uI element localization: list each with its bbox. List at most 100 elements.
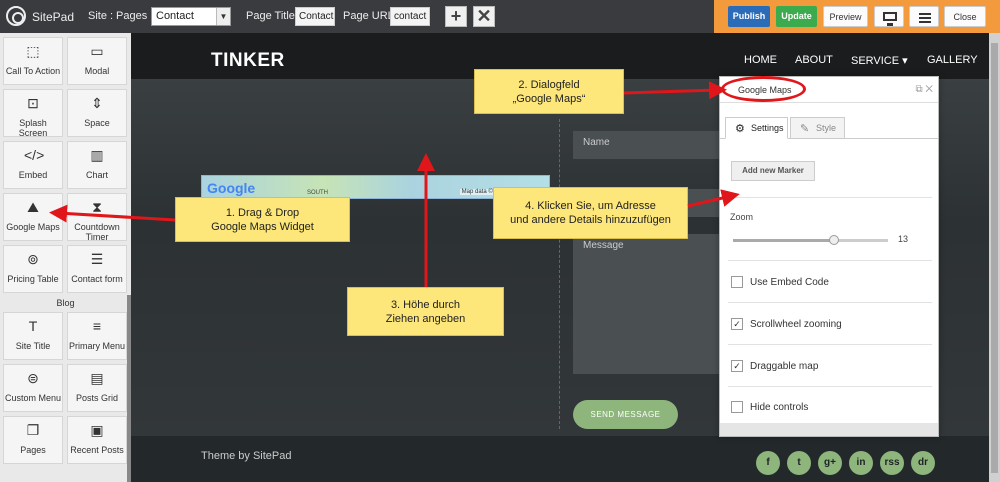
widget-splash-screen[interactable]: ⊡ Splash Screen (3, 89, 63, 138)
hamburger-icon (919, 13, 931, 15)
chevron-down-icon: ▼ (216, 8, 230, 25)
widget-recent-posts[interactable]: ▣ Recent Posts (67, 416, 127, 464)
pages-select[interactable]: Contact ▼ (151, 7, 231, 26)
widget-custom-menu[interactable]: ⊜ Custom Menu (3, 364, 63, 412)
publish-button[interactable]: Publish (728, 6, 770, 27)
widget-primary-menu[interactable]: ≡ Primary Menu (67, 312, 127, 360)
widget-posts-grid[interactable]: ▤ Posts Grid (67, 364, 127, 412)
monitor-icon (883, 12, 897, 26)
widget-label: Pages (20, 445, 46, 455)
window-icon: ▭ (90, 43, 104, 59)
facebook-icon[interactable]: f (756, 451, 780, 475)
widget-label: Contact form (71, 274, 123, 284)
use-embed-code-label: Use Embed Code (750, 277, 829, 288)
zoom-value: 13 (898, 234, 909, 244)
tab-settings-label: Settings (751, 123, 784, 133)
pages-icon: ❐ (26, 422, 40, 438)
add-marker-button[interactable]: Add new Marker (731, 161, 815, 181)
preview-button[interactable]: Preview (823, 6, 868, 27)
brush-icon: ✎ (800, 123, 810, 135)
tab-style-label: Style (816, 123, 837, 133)
x-icon: ✕ (476, 6, 492, 26)
draggable-map-checkbox[interactable]: ✓ (731, 360, 743, 372)
chart-icon: ▥ (90, 147, 104, 163)
widget-label: Countdown Timer (74, 222, 120, 242)
divider (728, 344, 932, 345)
hide-controls-label: Hide controls (750, 402, 809, 413)
widget-label: Site Title (15, 341, 51, 351)
divider (728, 302, 932, 303)
widget-pages[interactable]: ❐ Pages (3, 416, 63, 464)
tab-settings[interactable]: ⚙ Settings (725, 117, 788, 139)
widget-call-to-action[interactable]: ⬚ Call To Action (3, 37, 63, 85)
widget-label: Google Maps (6, 222, 60, 232)
widget-embed[interactable]: </> Embed (3, 141, 63, 189)
desktop-view-button[interactable] (874, 6, 904, 27)
restore-icon[interactable]: ⧉ (915, 84, 922, 95)
widget-space[interactable]: ⇕ Space (67, 89, 127, 137)
canvas-scrollbar[interactable] (989, 33, 1000, 482)
divider (728, 386, 932, 387)
scrollwheel-zooming-label: Scrollwheel zooming (750, 319, 842, 330)
nav-home[interactable]: HOME (744, 54, 777, 66)
widget-modal[interactable]: ▭ Modal (67, 37, 127, 85)
title-icon: T (28, 318, 38, 334)
update-button[interactable]: Update (776, 6, 817, 27)
rss-icon[interactable]: rss (880, 451, 904, 475)
dialog-window-controls: ⧉ ✕ (915, 84, 933, 95)
widget-chart[interactable]: ▥ Chart (67, 141, 127, 189)
zoom-slider-thumb[interactable] (828, 235, 839, 245)
site-label: Site : (88, 10, 114, 22)
divider (728, 197, 932, 198)
widget-contact-form[interactable]: ☰ Contact form (67, 245, 127, 293)
cursor-icon: ⬚ (26, 43, 40, 59)
widget-site-title[interactable]: T Site Title (3, 312, 63, 360)
send-message-button[interactable]: SEND MESSAGE (573, 400, 678, 429)
widget-label: Primary Menu (68, 341, 125, 351)
widget-label: Pricing Table (7, 274, 59, 284)
category-blog: Blog (56, 298, 75, 308)
widget-label: Modal (84, 66, 110, 76)
close-icon[interactable]: ✕ (925, 84, 933, 95)
twitter-icon[interactable]: t (787, 451, 811, 475)
canvas-scroll-thumb[interactable] (991, 43, 998, 473)
form-icon: ☰ (90, 251, 104, 267)
zoom-slider[interactable] (733, 235, 888, 245)
nav-service[interactable]: SERVICE ▾ (851, 54, 908, 67)
linkedin-icon[interactable]: in (849, 451, 873, 475)
widget-label: Custom Menu (4, 393, 62, 403)
nav-gallery[interactable]: GALLERY (927, 54, 978, 66)
widget-sidebar: ⬚ Call To Action ▭ Modal ⊡ Splash Screen ⇕ S… (0, 33, 131, 482)
widget-label: Recent Posts (70, 445, 124, 455)
callout-step-1: 1. Drag & Drop Google Maps Widget (175, 197, 350, 242)
widget-google-maps[interactable]: ⛰ Google Maps (3, 193, 63, 241)
zoom-slider-fill (733, 239, 834, 242)
delete-page-button[interactable]: ✕ (473, 6, 495, 27)
widget-label: Call To Action (5, 66, 61, 76)
widget-label: Space (84, 118, 110, 128)
add-page-button[interactable]: + (445, 6, 467, 27)
dialog-resize-bar[interactable] (720, 423, 938, 436)
sitepad-logo-icon (6, 6, 26, 26)
widget-label: Splash Screen (18, 118, 48, 138)
menu-button[interactable] (909, 6, 939, 27)
dribbble-icon[interactable]: dr (911, 451, 935, 475)
page-title-input[interactable]: Contact (295, 7, 335, 26)
close-button[interactable]: Close (944, 6, 986, 27)
tab-style[interactable]: ✎ Style (790, 117, 845, 139)
dialog-title-highlight-ring (721, 76, 806, 102)
nav-about[interactable]: ABOUT (795, 54, 833, 66)
gear-icon: ⚙ (735, 123, 745, 135)
scrollwheel-zooming-checkbox[interactable]: ✓ (731, 318, 743, 330)
use-embed-code-checkbox[interactable] (731, 276, 743, 288)
site-brand: TINKER (211, 50, 285, 71)
widget-label: Embed (18, 170, 48, 180)
map-icon: ⛰ (27, 199, 39, 215)
draggable-map-label: Draggable map (750, 361, 819, 372)
page-url-input[interactable]: contact (390, 7, 430, 26)
widget-label: Chart (85, 170, 108, 180)
google-plus-icon[interactable]: g+ (818, 451, 842, 475)
hide-controls-checkbox[interactable] (731, 401, 743, 413)
widget-pricing-table[interactable]: ⊚ Pricing Table (3, 245, 63, 293)
widget-countdown-timer[interactable]: ⧗ Countdown Timer (67, 193, 127, 242)
